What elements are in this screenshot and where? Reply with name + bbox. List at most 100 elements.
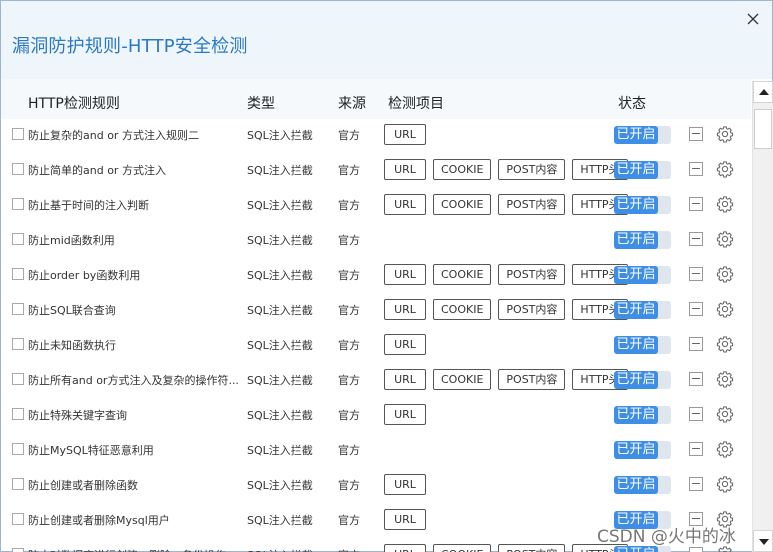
detection-item-tag: URL xyxy=(384,124,426,145)
status-on-label: 已开启 xyxy=(614,441,658,459)
detection-item-tag: POST内容 xyxy=(498,264,566,285)
detection-item-tag: COOKIE xyxy=(433,264,492,285)
status-toggle[interactable]: 已开启 xyxy=(614,371,671,389)
detection-item-tag: URL xyxy=(384,264,426,285)
remove-icon[interactable] xyxy=(689,232,703,246)
rule-type: SQL注入拦截 xyxy=(247,514,313,527)
row-checkbox[interactable] xyxy=(12,513,24,525)
remove-icon[interactable] xyxy=(689,407,703,421)
row-checkbox[interactable] xyxy=(12,338,24,350)
rule-source: 官方 xyxy=(338,479,360,492)
remove-icon[interactable] xyxy=(689,162,703,176)
table-row: 防止所有and or方式注入及复杂的操作符... SQL注入拦截 官方 URL COOK… xyxy=(1,364,751,399)
rule-source: 官方 xyxy=(338,164,360,177)
status-on-label: 已开启 xyxy=(614,126,658,144)
remove-icon[interactable] xyxy=(689,302,703,316)
gear-icon[interactable] xyxy=(716,475,734,493)
gear-icon[interactable] xyxy=(716,125,734,143)
rule-source: 官方 xyxy=(338,374,360,387)
scroll-down-button[interactable] xyxy=(753,530,773,552)
remove-icon[interactable] xyxy=(689,372,703,386)
detection-items: URLCOOKIEPOST内容HTTP头 xyxy=(384,544,628,552)
gear-icon[interactable] xyxy=(716,370,734,388)
gear-icon[interactable] xyxy=(716,230,734,248)
row-checkbox[interactable] xyxy=(12,128,24,140)
rule-name: 防止mid函数利用 xyxy=(28,234,115,247)
gear-icon[interactable] xyxy=(716,160,734,178)
row-checkbox[interactable] xyxy=(12,303,24,315)
row-checkbox[interactable] xyxy=(12,443,24,455)
status-on-label: 已开启 xyxy=(614,336,658,354)
rule-source: 官方 xyxy=(338,304,360,317)
row-checkbox[interactable] xyxy=(12,548,24,552)
detection-items: URL xyxy=(384,404,426,425)
row-checkbox[interactable] xyxy=(12,163,24,175)
detection-items: URLCOOKIEPOST内容HTTP头 xyxy=(384,369,628,390)
status-toggle[interactable]: 已开启 xyxy=(614,161,671,179)
detection-item-tag: URL xyxy=(384,369,426,390)
gear-icon[interactable] xyxy=(716,195,734,213)
remove-icon[interactable] xyxy=(689,267,703,281)
table-row: 防止特殊关键字查询 SQL注入拦截 官方 URL 已开启 xyxy=(1,399,751,434)
detection-item-tag: URL xyxy=(384,334,426,355)
detection-item-tag: URL xyxy=(384,509,426,530)
scroll-up-button[interactable] xyxy=(753,81,773,103)
remove-icon[interactable] xyxy=(689,127,703,141)
status-on-label: 已开启 xyxy=(614,161,658,179)
status-toggle[interactable]: 已开启 xyxy=(614,441,671,459)
rule-name: 防止基于时间的注入判断 xyxy=(28,199,149,212)
gear-icon[interactable] xyxy=(716,440,734,458)
status-on-label: 已开启 xyxy=(614,196,658,214)
rule-source: 官方 xyxy=(338,269,360,282)
row-checkbox[interactable] xyxy=(12,233,24,245)
detection-item-tag: COOKIE xyxy=(433,194,492,215)
column-header-status: 状态 xyxy=(618,96,646,112)
rule-type: SQL注入拦截 xyxy=(247,479,313,492)
status-toggle[interactable]: 已开启 xyxy=(614,301,671,319)
table-row: 防止mid函数利用 SQL注入拦截 官方 已开启 xyxy=(1,224,751,259)
row-checkbox[interactable] xyxy=(12,408,24,420)
scroll-thumb[interactable] xyxy=(754,109,772,149)
detection-item-tag: POST内容 xyxy=(498,159,566,180)
row-checkbox[interactable] xyxy=(12,198,24,210)
status-toggle[interactable]: 已开启 xyxy=(614,126,671,144)
status-toggle[interactable]: 已开启 xyxy=(614,476,671,494)
table-row: 防止未知函数执行 SQL注入拦截 官方 URL 已开启 xyxy=(1,329,751,364)
status-toggle[interactable]: 已开启 xyxy=(614,231,671,249)
vertical-scrollbar[interactable] xyxy=(752,81,773,552)
detection-item-tag: URL xyxy=(384,404,426,425)
table-header: HTTP检测规则 类型 来源 检测项目 状态 xyxy=(1,79,751,119)
remove-icon[interactable] xyxy=(689,477,703,491)
arrow-down-icon xyxy=(759,539,769,545)
watermark: CSDN @火中的冰 xyxy=(597,527,736,547)
remove-icon[interactable] xyxy=(689,547,703,552)
rule-name: 防止SQL联合查询 xyxy=(28,304,116,317)
detection-item-tag: URL xyxy=(384,474,426,495)
remove-icon[interactable] xyxy=(689,442,703,456)
table-row: 防止创建或者删除函数 SQL注入拦截 官方 URL 已开启 xyxy=(1,469,751,504)
close-icon[interactable] xyxy=(743,9,763,29)
rule-source: 官方 xyxy=(338,129,360,142)
rule-name: 防止创建或者删除Mysql用户 xyxy=(28,514,170,527)
remove-icon[interactable] xyxy=(689,197,703,211)
rule-name: 防止简单的and or 方式注入 xyxy=(28,164,166,177)
row-checkbox[interactable] xyxy=(12,268,24,280)
gear-icon[interactable] xyxy=(716,300,734,318)
detection-item-tag: POST内容 xyxy=(498,299,566,320)
row-checkbox[interactable] xyxy=(12,478,24,490)
rule-name: 防止MySQL特征恶意利用 xyxy=(28,444,154,457)
table-row: 防止基于时间的注入判断 SQL注入拦截 官方 URL COOKIE POST内容 HTTP头… xyxy=(1,189,751,224)
row-checkbox[interactable] xyxy=(12,373,24,385)
status-toggle[interactable]: 已开启 xyxy=(614,196,671,214)
gear-icon[interactable] xyxy=(716,405,734,423)
status-toggle[interactable]: 已开启 xyxy=(614,406,671,424)
status-toggle[interactable]: 已开启 xyxy=(614,336,671,354)
gear-icon[interactable] xyxy=(716,265,734,283)
gear-icon[interactable] xyxy=(716,335,734,353)
remove-icon[interactable] xyxy=(689,337,703,351)
title-bar: 漏洞防护规则-HTTP安全检测 xyxy=(1,1,772,79)
status-toggle[interactable]: 已开启 xyxy=(614,266,671,284)
status-on-label: 已开启 xyxy=(614,406,658,424)
status-on-label: 已开启 xyxy=(614,301,658,319)
detection-item-tag: URL xyxy=(384,194,426,215)
